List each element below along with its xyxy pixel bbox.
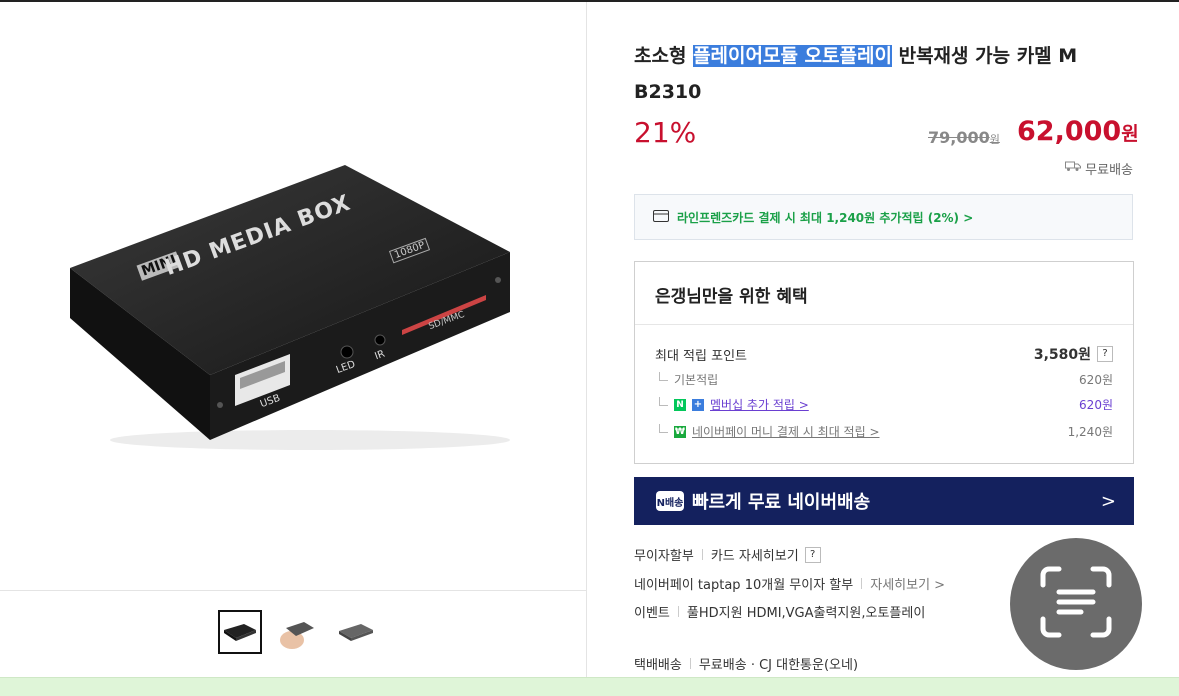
truck-icon bbox=[1065, 161, 1082, 176]
title-prefix: 초소형 bbox=[634, 45, 694, 67]
naverpay-installment-text: 네이버페이 taptap 10개월 무이자 할부 bbox=[634, 578, 854, 593]
thumbnail-3[interactable] bbox=[334, 610, 378, 654]
shipping-text: 무료배송 · CJ 대한통운(오네) bbox=[698, 658, 859, 673]
shipping-line: 택배배송 무료배송 · CJ 대한통운(오네) bbox=[634, 654, 858, 673]
npay-money-icon: ₩ bbox=[674, 425, 686, 438]
separator bbox=[677, 606, 679, 617]
thumbnail-1[interactable] bbox=[218, 610, 262, 654]
naver-delivery-banner[interactable]: N배송 빠르게 무료 네이버배송 > bbox=[634, 477, 1134, 525]
benefit-row-label[interactable]: 네이버페이 머니 결제 시 최대 적립 > bbox=[692, 423, 880, 440]
event-label: 이벤트 bbox=[634, 606, 670, 621]
benefit-row-label[interactable]: 멤버십 추가 적립 > bbox=[710, 396, 809, 413]
product-main-image[interactable]: MINI HD MEDIA BOX 1080P SD/MMC LED IR US… bbox=[40, 140, 560, 460]
thumbnail-2[interactable] bbox=[276, 610, 320, 654]
card-icon bbox=[653, 209, 669, 225]
tree-elbow bbox=[659, 424, 668, 433]
installment-label: 무이자할부 bbox=[634, 549, 694, 564]
separator bbox=[689, 658, 691, 669]
original-price: 79,000원 bbox=[928, 128, 1000, 147]
npay-icon: N bbox=[674, 398, 686, 411]
original-price-value: 79,000 bbox=[928, 128, 990, 147]
benefit-row-basic: 기본적립 620원 bbox=[655, 371, 1113, 388]
benefit-row-naverpay[interactable]: ₩ 네이버페이 머니 결제 시 최대 적립 > 1,240원 bbox=[655, 423, 1113, 440]
tree-elbow bbox=[659, 372, 668, 381]
original-price-unit: 원 bbox=[989, 133, 1000, 146]
discount-rate: 21% bbox=[634, 116, 697, 149]
benefit-row-value: 620원 bbox=[1079, 373, 1113, 387]
card-promo-text: 라인프렌즈카드 결제 시 최대 1,240원 추가적립 (2%) > bbox=[677, 210, 974, 225]
bottom-bar bbox=[0, 677, 1179, 696]
separator bbox=[861, 578, 863, 589]
card-promo-banner[interactable]: 라인프렌즈카드 결제 시 최대 1,240원 추가적립 (2%) > bbox=[634, 194, 1133, 240]
product-title: 초소형 플레이어모듈 오토플레이 반복재생 가능 카멜 M B2310 bbox=[634, 38, 1134, 110]
free-shipping-tag: 무료배송 bbox=[1065, 159, 1133, 178]
separator bbox=[701, 549, 703, 560]
benefit-row-membership[interactable]: N + 멤버십 추가 적립 > 620원 bbox=[655, 396, 1113, 413]
tree-elbow bbox=[659, 397, 668, 406]
naver-delivery-badge: N배송 bbox=[656, 491, 684, 511]
max-points-value: 3,580원 bbox=[1033, 347, 1091, 363]
title-highlight: 플레이어모듈 오토플레이 bbox=[693, 45, 892, 67]
plus-icon: + bbox=[692, 398, 704, 411]
card-detail-link[interactable]: 카드 자세히보기 bbox=[711, 545, 799, 564]
benefit-row-label: 기본적립 bbox=[674, 373, 719, 387]
event-line: 이벤트 풀HD지원 HDMI,VGA출력지원,오토플레이 bbox=[634, 602, 925, 621]
naver-delivery-text: 빠르게 무료 네이버배송 bbox=[692, 492, 871, 513]
benefits-divider bbox=[635, 324, 1133, 325]
benefit-row-value: 1,240원 bbox=[1067, 425, 1113, 439]
benefits-title: 은갱님만을 위한 혜택 bbox=[655, 287, 808, 307]
sale-price: 62,000원 bbox=[1017, 116, 1139, 147]
benefit-row-value: 620원 bbox=[1079, 398, 1113, 412]
image-divider bbox=[0, 590, 586, 591]
sale-price-value: 62,000 bbox=[1017, 116, 1122, 147]
detail-link[interactable]: 자세히보기 > bbox=[870, 574, 945, 593]
top-border bbox=[0, 0, 1179, 2]
event-text: 풀HD지원 HDMI,VGA출력지원,오토플레이 bbox=[686, 606, 926, 621]
shipping-tag-label: 무료배송 bbox=[1085, 163, 1133, 178]
installment-line: 무이자할부 카드 자세히보기 ? bbox=[634, 545, 821, 564]
text-scan-button[interactable] bbox=[1010, 538, 1142, 670]
sale-price-unit: 원 bbox=[1121, 123, 1139, 145]
max-points-label: 최대 적립 포인트 bbox=[655, 348, 747, 364]
benefits-panel: 은갱님만을 위한 혜택 최대 적립 포인트 3,580원 ? 기본적립 620원… bbox=[634, 261, 1134, 464]
chevron-right-icon: > bbox=[1100, 490, 1116, 512]
naverpay-installment-line: 네이버페이 taptap 10개월 무이자 할부 자세히보기 > bbox=[634, 574, 945, 593]
column-divider bbox=[586, 2, 587, 677]
max-points-row: 최대 적립 포인트 3,580원 ? bbox=[655, 344, 1113, 364]
thumbnail-strip bbox=[218, 610, 378, 654]
question-icon[interactable]: ? bbox=[1097, 346, 1113, 362]
scan-text-icon bbox=[1039, 565, 1113, 643]
shipping-label: 택배배송 bbox=[634, 658, 682, 673]
question-icon[interactable]: ? bbox=[804, 546, 821, 563]
